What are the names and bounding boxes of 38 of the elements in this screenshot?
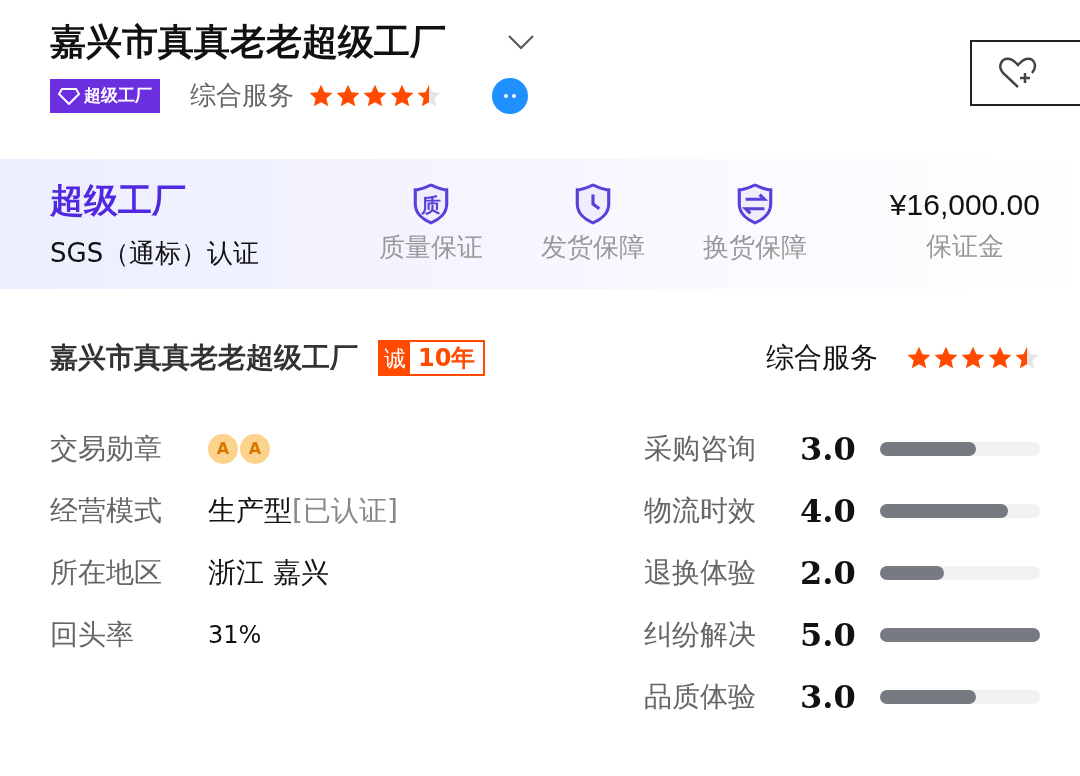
service-label: 综合服务 [766,340,878,376]
rating-score: 2.0 [800,553,857,594]
years-text: 10年 [417,343,477,374]
follow-button[interactable] [970,40,1080,106]
guarantee-label: 换货保障 [703,230,807,264]
chat-icon[interactable] [492,77,528,114]
info-label: 经营模式 [50,493,163,529]
diamond-icon [58,86,80,105]
info-value: 生产型[已认证] [208,493,398,529]
deposit-amount: ¥16,000.00 [889,187,1040,223]
certification-text: SGS（通标）认证 [50,237,261,270]
rating-score: 5.0 [800,615,857,656]
info-value: 浙江 嘉兴 [208,555,329,591]
rating-label: 退换体验 [644,555,757,591]
rating-label: 物流时效 [644,493,757,529]
heart-plus-icon [998,56,1038,90]
service-label: 综合服务 [190,79,294,112]
medal-icon: A [240,434,270,464]
deposit-label: 保证金 [925,230,1004,263]
rating-score: 3.0 [800,677,857,718]
rating-score: 3.0 [800,429,857,470]
guarantee-label: 发货保障 [541,230,645,264]
company-title: 嘉兴市真真老老超级工厂 [50,20,446,64]
info-label: 回头率 [50,617,135,653]
info-value: 31% [208,620,262,651]
rating-label: 采购咨询 [644,431,757,467]
super-factory-badge: 超级工厂 [50,78,160,113]
rating-label: 品质体验 [644,679,757,715]
guarantee-label: 质量保证 [379,230,483,264]
band-title: 超级工厂 [50,179,187,222]
company-name: 嘉兴市真真老老超级工厂 [50,340,358,376]
info-label: 所在地区 [50,555,163,591]
rating-label: 纠纷解决 [644,617,757,653]
rating-score: 4.0 [800,491,857,532]
info-label: 交易勋章 [50,431,163,467]
chevron-down-icon[interactable] [506,33,536,51]
medal-icon: A [208,434,238,464]
cheng-mark: 诚 [380,342,410,374]
